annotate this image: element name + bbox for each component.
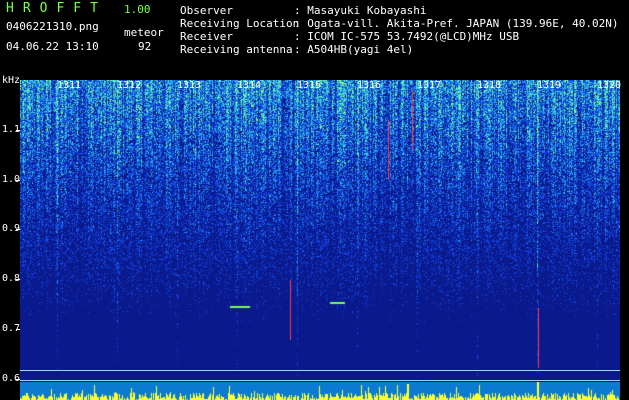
baseline-line (20, 370, 620, 371)
minute-label: 1317 (417, 80, 442, 91)
location-label: Receiving Location (180, 17, 300, 30)
receiver-value: : ICOM IC-575 53.7492(@LCD)MHz USB (294, 30, 520, 43)
antenna-label: Receiving antenna (180, 43, 293, 56)
observer-value: : Masayuki Kobayashi (294, 4, 427, 17)
signal-strip (20, 382, 620, 400)
antenna-value: : A504HB(yagi 4el) (294, 43, 414, 56)
minute-label: 1319 (537, 80, 562, 91)
signal-strip-canvas (20, 382, 620, 400)
minute-label: 1313 (177, 80, 202, 91)
app-brand: HROFFT (6, 1, 107, 16)
spectrogram (20, 80, 620, 382)
meteor-label: meteor (124, 26, 164, 39)
baseline-line-2 (20, 380, 620, 381)
minute-label: 1311 (57, 80, 82, 91)
timestamp-text: 04.06.22 13:10 (6, 40, 99, 53)
minute-label: 1314 (237, 80, 262, 91)
receiver-label: Receiver (180, 30, 233, 43)
app-version: 1.00 (124, 3, 151, 16)
minute-label: 1316 (357, 80, 382, 91)
filename-text: 0406221310.png (6, 20, 99, 33)
observer-label: Observer (180, 4, 233, 17)
meteor-count: 92 (138, 40, 152, 53)
minute-label: 1315 (297, 80, 322, 91)
axis-unit: kHz (2, 75, 21, 86)
header-panel: HROFFT 1.00 0406221310.png meteor 04.06.… (0, 0, 629, 78)
minute-label: 1312 (117, 80, 142, 91)
minute-label: 1320 (597, 80, 622, 91)
location-value: : Ogata-vill. Akita-Pref. JAPAN (139.96E… (294, 17, 619, 30)
minute-label: 1318 (477, 80, 502, 91)
spectrogram-canvas (20, 80, 620, 382)
